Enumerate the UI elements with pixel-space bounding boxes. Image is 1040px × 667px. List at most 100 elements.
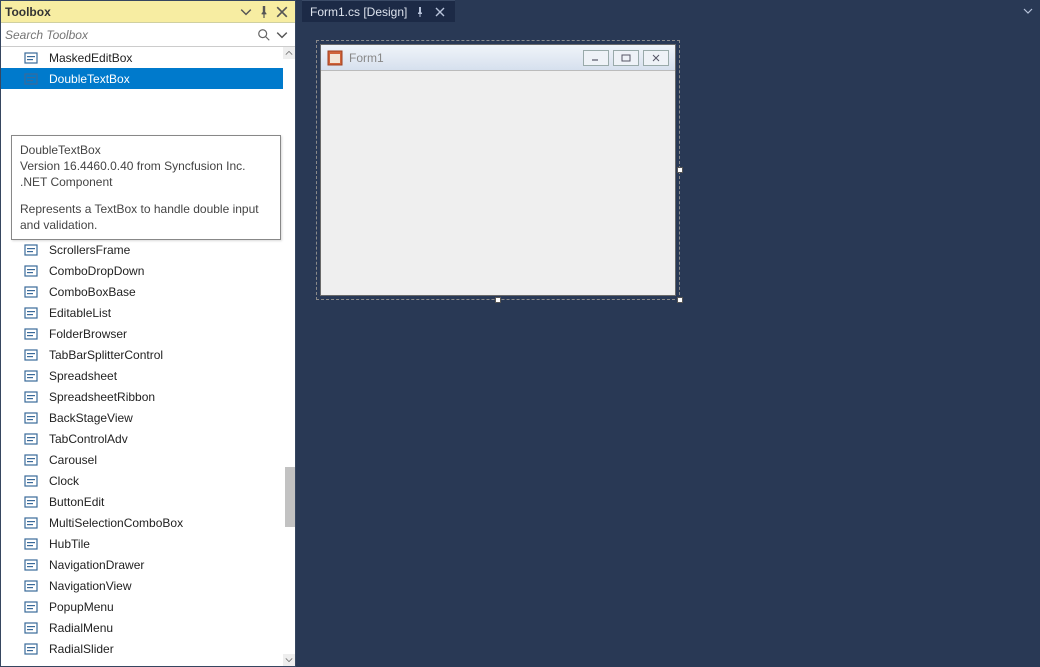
- toolbox-item[interactable]: RadialSlider: [1, 638, 283, 659]
- tab-pin-icon[interactable]: [413, 5, 427, 19]
- toolbox-menu-dropdown[interactable]: [237, 3, 255, 21]
- toolbox-item[interactable]: HubTile: [1, 533, 283, 554]
- toolbox-item-label: HubTile: [49, 537, 90, 551]
- control-icon: [23, 263, 39, 279]
- toolbox-item-label: ComboDropDown: [49, 264, 144, 278]
- toolbox-item[interactable]: Spreadsheet: [1, 365, 283, 386]
- toolbox-item[interactable]: NavigationDrawer: [1, 554, 283, 575]
- toolbox-item[interactable]: Carousel: [1, 449, 283, 470]
- control-icon: [23, 494, 39, 510]
- resize-handle-bottom-right[interactable]: [677, 297, 683, 303]
- search-input[interactable]: [5, 24, 255, 46]
- control-icon: [23, 599, 39, 615]
- control-icon: [23, 452, 39, 468]
- tab-label: Form1.cs [Design]: [310, 5, 407, 19]
- toolbox-item[interactable]: DoubleTextBox: [1, 68, 283, 89]
- close-icon[interactable]: [273, 3, 291, 21]
- control-icon: [23, 326, 39, 342]
- window-close-button[interactable]: [643, 50, 669, 66]
- control-icon: [23, 410, 39, 426]
- toolbox-title: Toolbox: [5, 5, 237, 19]
- control-icon: [23, 50, 39, 66]
- control-icon: [23, 431, 39, 447]
- tooltip-description: Represents a TextBox to handle double in…: [20, 201, 272, 233]
- search-row: [1, 23, 295, 47]
- scroll-down-button[interactable]: [283, 654, 295, 666]
- toolbox-item-label: SpreadsheetRibbon: [49, 390, 155, 404]
- control-icon: [23, 515, 39, 531]
- control-icon: [23, 557, 39, 573]
- toolbox-item[interactable]: FolderBrowser: [1, 323, 283, 344]
- resize-handle-right[interactable]: [677, 167, 683, 173]
- main-area: Form1.cs [Design] Form1: [296, 0, 1040, 667]
- search-icon[interactable]: [255, 26, 273, 44]
- control-icon: [23, 305, 39, 321]
- toolbox-item[interactable]: TabControlAdv: [1, 428, 283, 449]
- control-icon: [23, 242, 39, 258]
- form-window[interactable]: Form1: [320, 44, 676, 296]
- toolbox-item-label: TabBarSplitterControl: [49, 348, 163, 362]
- form-icon: [327, 50, 343, 66]
- tab-bar: Form1.cs [Design]: [296, 0, 1040, 22]
- toolbox-item[interactable]: Clock: [1, 470, 283, 491]
- control-icon: [23, 578, 39, 594]
- control-icon: [23, 284, 39, 300]
- maximize-button[interactable]: [613, 50, 639, 66]
- scrollbar-thumb[interactable]: [285, 467, 295, 527]
- minimize-button[interactable]: [583, 50, 609, 66]
- toolbox-item-label: ComboBoxBase: [49, 285, 136, 299]
- toolbox-item[interactable]: SpreadsheetRibbon: [1, 386, 283, 407]
- toolbox-item-label: MultiSelectionComboBox: [49, 516, 183, 530]
- tooltip-title: DoubleTextBox: [20, 142, 272, 158]
- toolbox-header: Toolbox: [1, 1, 295, 23]
- tooltip: DoubleTextBox Version 16.4460.0.40 from …: [11, 135, 281, 240]
- toolbox-item-label: NavigationDrawer: [49, 558, 144, 572]
- toolbox-item-label: RadialMenu: [49, 621, 113, 635]
- toolbox-item[interactable]: MaskedEditBox: [1, 47, 283, 68]
- scroll-up-button[interactable]: [283, 47, 295, 59]
- toolbox-panel: Toolbox MaskedEditBoxDoubleTextBoxRecord…: [0, 0, 296, 667]
- pin-icon[interactable]: [255, 3, 273, 21]
- toolbox-item[interactable]: EditableList: [1, 302, 283, 323]
- toolbox-item-label: EditableList: [49, 306, 111, 320]
- control-icon: [23, 620, 39, 636]
- toolbox-item[interactable]: MultiSelectionComboBox: [1, 512, 283, 533]
- control-icon: [23, 71, 39, 87]
- toolbox-item-label: Clock: [49, 474, 79, 488]
- toolbox-item[interactable]: BackStageView: [1, 407, 283, 428]
- toolbox-item-label: TabControlAdv: [49, 432, 128, 446]
- toolbox-item[interactable]: PopupMenu: [1, 596, 283, 617]
- toolbox-item-label: RadialSlider: [49, 642, 114, 656]
- toolbox-item[interactable]: NavigationView: [1, 575, 283, 596]
- design-canvas[interactable]: Form1: [296, 22, 1040, 667]
- toolbox-item-label: FolderBrowser: [49, 327, 127, 341]
- form-designer-selection[interactable]: Form1: [316, 40, 680, 300]
- form-title: Form1: [349, 51, 579, 65]
- control-icon: [23, 473, 39, 489]
- toolbox-item-label: PopupMenu: [49, 600, 114, 614]
- toolbox-item-label: ScrollersFrame: [49, 243, 130, 257]
- toolbox-item-label: Carousel: [49, 453, 97, 467]
- tooltip-version: Version 16.4460.0.40 from Syncfusion Inc…: [20, 158, 272, 174]
- tab-bar-dropdown-icon[interactable]: [1016, 0, 1040, 22]
- form-titlebar: Form1: [321, 45, 675, 71]
- toolbox-item[interactable]: RadialMenu: [1, 617, 283, 638]
- tooltip-component: .NET Component: [20, 174, 272, 190]
- toolbox-item[interactable]: ComboDropDown: [1, 260, 283, 281]
- toolbox-item[interactable]: TabBarSplitterControl: [1, 344, 283, 365]
- toolbox-item-label: MaskedEditBox: [49, 51, 132, 65]
- toolbox-item[interactable]: ScrollersFrame: [1, 239, 283, 260]
- toolbox-item[interactable]: ButtonEdit: [1, 491, 283, 512]
- document-tab[interactable]: Form1.cs [Design]: [302, 0, 455, 22]
- search-dropdown-icon[interactable]: [273, 26, 291, 44]
- tab-close-icon[interactable]: [433, 5, 447, 19]
- toolbox-item-label: DoubleTextBox: [49, 72, 130, 86]
- toolbox-item[interactable]: ComboBoxBase: [1, 281, 283, 302]
- toolbox-item-label: NavigationView: [49, 579, 132, 593]
- control-icon: [23, 641, 39, 657]
- resize-handle-bottom[interactable]: [495, 297, 501, 303]
- control-icon: [23, 347, 39, 363]
- toolbox-item-label: ButtonEdit: [49, 495, 104, 509]
- toolbox-item-label: Spreadsheet: [49, 369, 117, 383]
- control-icon: [23, 368, 39, 384]
